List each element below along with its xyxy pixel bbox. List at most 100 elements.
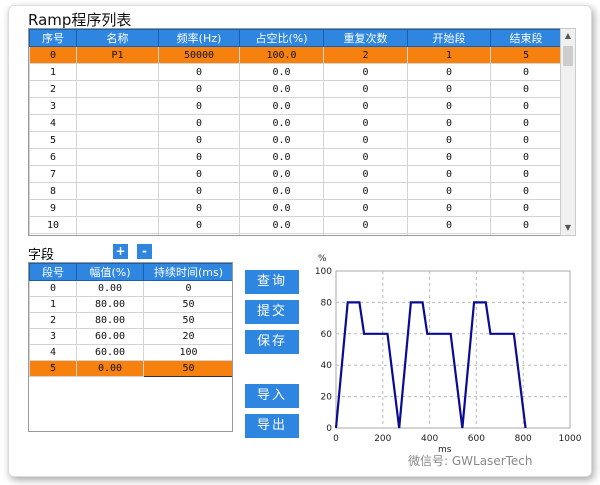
ramp-cell[interactable]: 3 bbox=[29, 97, 77, 115]
ramp-cell[interactable]: 0 bbox=[158, 233, 240, 235]
ramp-header[interactable]: 结束段 bbox=[490, 29, 562, 47]
ramp-cell[interactable]: 0 bbox=[490, 233, 562, 235]
ramp-cell[interactable]: 0.0 bbox=[239, 63, 324, 81]
ramp-cell[interactable]: 0 bbox=[490, 63, 562, 81]
ramp-cell[interactable]: 0 bbox=[323, 97, 408, 115]
ramp-cell[interactable]: 2 bbox=[323, 46, 408, 64]
ramp-row[interactable]: 1 0 0.0 0 0 0 bbox=[29, 63, 562, 81]
ramp-cell[interactable]: 0 bbox=[323, 80, 408, 98]
ramp-cell[interactable]: 0 bbox=[323, 165, 408, 183]
ramp-cell[interactable]: 0.0 bbox=[239, 131, 324, 149]
ramp-cell[interactable]: 0 bbox=[490, 148, 562, 166]
segment-cell[interactable]: 1 bbox=[29, 296, 77, 313]
ramp-cell[interactable]: 1 bbox=[29, 63, 77, 81]
ramp-cell[interactable]: 0 bbox=[490, 165, 562, 183]
ramp-cell[interactable]: 6 bbox=[29, 148, 77, 166]
ramp-cell[interactable] bbox=[76, 233, 159, 235]
ramp-cell[interactable]: 1 bbox=[407, 46, 491, 64]
ramp-cell[interactable]: 0 bbox=[323, 233, 408, 235]
segment-header[interactable]: 段号 bbox=[29, 263, 77, 281]
segment-cell[interactable]: 0.00 bbox=[76, 280, 144, 297]
segment-cell[interactable]: 100 bbox=[143, 344, 232, 361]
ramp-cell[interactable]: 9 bbox=[29, 199, 77, 217]
ramp-cell[interactable]: 0 bbox=[407, 80, 491, 98]
segment-cell[interactable]: 50 bbox=[143, 296, 232, 313]
segment-row[interactable]: 2 80.00 50 bbox=[29, 312, 232, 329]
ramp-cell[interactable]: 0 bbox=[490, 80, 562, 98]
ramp-table-scrollbar[interactable]: ▲ ▼ bbox=[560, 28, 576, 236]
ramp-cell[interactable]: 0 bbox=[407, 131, 491, 149]
ramp-header[interactable]: 名称 bbox=[76, 29, 159, 47]
ramp-cell[interactable]: 0.0 bbox=[239, 233, 324, 235]
ramp-cell[interactable]: 0 bbox=[29, 46, 77, 64]
ramp-cell[interactable]: 0 bbox=[158, 182, 240, 200]
segment-cell[interactable]: 50 bbox=[143, 312, 232, 329]
ramp-row[interactable]: 1100.0000 bbox=[29, 233, 562, 235]
ramp-cell[interactable]: 0 bbox=[323, 182, 408, 200]
segment-cell[interactable]: 0.00 bbox=[76, 360, 144, 377]
segment-cell[interactable]: 60.00 bbox=[76, 344, 144, 361]
segment-cell[interactable]: 20 bbox=[143, 328, 232, 345]
segment-cell[interactable]: 0 bbox=[143, 280, 232, 297]
ramp-cell[interactable]: 0 bbox=[407, 199, 491, 217]
ramp-cell[interactable]: 0 bbox=[323, 131, 408, 149]
import-button[interactable]: 导入 bbox=[245, 384, 299, 408]
segment-cell[interactable]: 50 bbox=[143, 360, 232, 377]
export-button[interactable]: 导出 bbox=[245, 414, 299, 438]
ramp-cell[interactable]: 0 bbox=[407, 97, 491, 115]
ramp-cell[interactable]: 0 bbox=[158, 165, 240, 183]
ramp-cell[interactable]: 7 bbox=[29, 165, 77, 183]
ramp-cell[interactable]: 0.0 bbox=[239, 165, 324, 183]
ramp-cell[interactable] bbox=[76, 114, 159, 132]
segment-cell[interactable]: 5 bbox=[29, 360, 77, 377]
segment-cell[interactable]: 4 bbox=[29, 344, 77, 361]
ramp-cell[interactable] bbox=[76, 148, 159, 166]
ramp-row[interactable]: 2 0 0.0 0 0 0 bbox=[29, 80, 562, 98]
ramp-cell[interactable]: 0 bbox=[158, 216, 240, 234]
ramp-cell[interactable]: 100.0 bbox=[239, 46, 324, 64]
ramp-cell[interactable] bbox=[76, 131, 159, 149]
ramp-cell[interactable]: 0 bbox=[158, 114, 240, 132]
ramp-cell[interactable]: 50000 bbox=[158, 46, 240, 64]
ramp-row[interactable]: 5 0 0.0 0 0 0 bbox=[29, 131, 562, 149]
ramp-cell[interactable]: 2 bbox=[29, 80, 77, 98]
ramp-cell[interactable]: 8 bbox=[29, 182, 77, 200]
ramp-cell[interactable]: P1 bbox=[76, 46, 159, 64]
ramp-cell[interactable]: 0 bbox=[158, 80, 240, 98]
ramp-row[interactable]: 0 P1 50000 100.0 2 1 5 bbox=[29, 46, 562, 64]
ramp-cell[interactable]: 0 bbox=[490, 182, 562, 200]
ramp-row[interactable]: 8 0 0.0 0 0 0 bbox=[29, 182, 562, 200]
ramp-cell[interactable]: 0.0 bbox=[239, 80, 324, 98]
segment-row[interactable]: 1 80.00 50 bbox=[29, 296, 232, 313]
ramp-row[interactable]: 3 0 0.0 0 0 0 bbox=[29, 97, 562, 115]
ramp-cell[interactable]: 4 bbox=[29, 114, 77, 132]
ramp-row[interactable]: 7 0 0.0 0 0 0 bbox=[29, 165, 562, 183]
ramp-cell[interactable]: 0.0 bbox=[239, 199, 324, 217]
ramp-cell[interactable]: 0 bbox=[407, 63, 491, 81]
ramp-cell[interactable]: 0 bbox=[158, 63, 240, 81]
ramp-cell[interactable]: 0 bbox=[407, 148, 491, 166]
ramp-row[interactable]: 4 0 0.0 0 0 0 bbox=[29, 114, 562, 132]
ramp-cell[interactable]: 0 bbox=[407, 233, 491, 235]
segment-header[interactable]: 幅值(%) bbox=[76, 263, 144, 281]
ramp-cell[interactable]: 0 bbox=[323, 114, 408, 132]
ramp-cell[interactable] bbox=[76, 182, 159, 200]
segment-cell[interactable]: 0 bbox=[29, 280, 77, 297]
save-button[interactable]: 保存 bbox=[245, 330, 299, 354]
segment-row[interactable]: 0 0.00 0 bbox=[29, 280, 232, 297]
segment-row[interactable]: 4 60.00 100 bbox=[29, 344, 232, 361]
ramp-cell[interactable]: 0.0 bbox=[239, 148, 324, 166]
ramp-cell[interactable] bbox=[76, 216, 159, 234]
ramp-cell[interactable] bbox=[76, 199, 159, 217]
segment-row[interactable]: 5 0.00 50 bbox=[29, 360, 232, 377]
segment-row[interactable]: 3 60.00 20 bbox=[29, 328, 232, 345]
submit-button[interactable]: 提交 bbox=[245, 300, 299, 324]
ramp-cell[interactable]: 0 bbox=[158, 131, 240, 149]
scroll-thumb[interactable] bbox=[563, 46, 573, 66]
segment-cell[interactable]: 3 bbox=[29, 328, 77, 345]
ramp-cell[interactable]: 5 bbox=[29, 131, 77, 149]
remove-segment-button[interactable]: - bbox=[137, 244, 152, 259]
ramp-cell[interactable]: 0 bbox=[323, 216, 408, 234]
ramp-cell[interactable]: 0 bbox=[407, 114, 491, 132]
query-button[interactable]: 查询 bbox=[245, 270, 299, 294]
